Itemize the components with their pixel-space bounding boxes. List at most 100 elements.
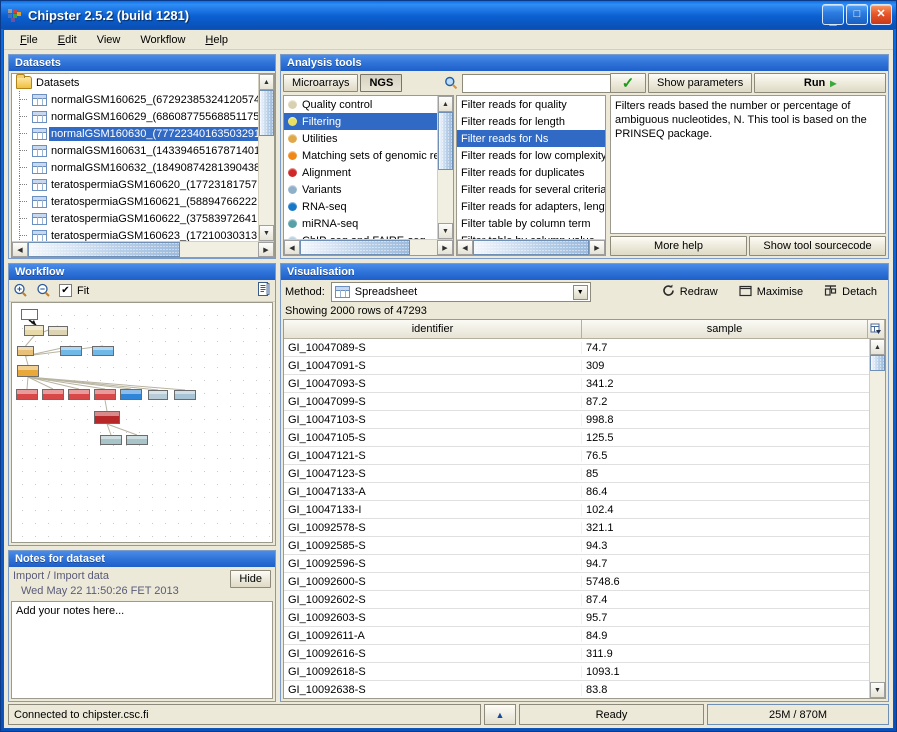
category-vertical-scrollbar[interactable]: ▲ ▼ bbox=[437, 96, 453, 239]
search-input[interactable] bbox=[462, 74, 612, 93]
tool-item[interactable]: Filter reads for adapters, length and bbox=[457, 198, 605, 215]
show-tool-sourcecode-button[interactable]: Show tool sourcecode bbox=[749, 236, 886, 256]
workflow-node[interactable] bbox=[24, 325, 44, 336]
table-scroll-down-button[interactable]: ▼ bbox=[870, 682, 885, 698]
table-row[interactable]: GI_10047091-S309 bbox=[284, 357, 869, 375]
zoom-out-icon[interactable] bbox=[36, 283, 51, 298]
tool-scroll-left-button[interactable]: ◀ bbox=[457, 240, 473, 255]
workflow-node[interactable] bbox=[48, 326, 68, 336]
category-hscroll-track[interactable] bbox=[410, 240, 437, 255]
maximise-button[interactable]: Maximise bbox=[730, 281, 812, 304]
datasets-scroll-left-button[interactable]: ◀ bbox=[12, 242, 28, 257]
table-vertical-scrollbar[interactable]: ▲ ▼ bbox=[869, 339, 885, 698]
table-row[interactable]: GI_10092602-S87.4 bbox=[284, 591, 869, 609]
category-list[interactable]: Quality controlFilteringUtilitiesMatchin… bbox=[283, 95, 454, 256]
category-scroll-left-button[interactable]: ◀ bbox=[284, 240, 300, 255]
dataset-item[interactable]: teratospermiaGSM160620_(17723181757 bbox=[12, 176, 258, 193]
tool-item[interactable]: Filter reads for length bbox=[457, 113, 605, 130]
table-header-sample[interactable]: sample bbox=[582, 320, 868, 339]
tool-category-item[interactable]: Utilities bbox=[284, 130, 437, 147]
menu-file[interactable]: File bbox=[10, 32, 48, 48]
menu-view[interactable]: View bbox=[87, 32, 131, 48]
tool-category-item[interactable]: Matching sets of genomic regi bbox=[284, 147, 437, 164]
dataset-item[interactable]: normalGSM160629_(68608775568851175 bbox=[12, 108, 258, 125]
tool-hscroll-thumb[interactable] bbox=[473, 240, 589, 255]
tool-item[interactable]: Filter table by column value bbox=[457, 232, 605, 239]
table-row[interactable]: GI_10092585-S94.3 bbox=[284, 537, 869, 555]
dataset-item[interactable]: normalGSM160630_(77722340163503291 bbox=[12, 125, 258, 142]
workflow-node[interactable] bbox=[60, 346, 82, 356]
menu-help[interactable]: Help bbox=[195, 32, 238, 48]
tool-category-item[interactable]: ChIP-seq and FAIRE-seq bbox=[284, 232, 437, 239]
hide-notes-button[interactable]: Hide bbox=[230, 570, 271, 588]
table-row[interactable]: GI_10092611-A84.9 bbox=[284, 627, 869, 645]
tool-category-item[interactable]: Quality control bbox=[284, 96, 437, 113]
redraw-button[interactable]: Redraw bbox=[653, 280, 727, 304]
workflow-node[interactable] bbox=[174, 390, 196, 400]
run-button[interactable]: Run ▸ bbox=[754, 73, 886, 93]
workflow-node[interactable] bbox=[120, 389, 142, 400]
minimize-button[interactable]: _ bbox=[822, 4, 844, 25]
show-parameters-button[interactable]: Show parameters bbox=[648, 73, 752, 93]
datasets-hscroll-track[interactable] bbox=[180, 242, 258, 257]
tool-item[interactable]: Filter reads for quality bbox=[457, 96, 605, 113]
menu-edit[interactable]: Edit bbox=[48, 32, 87, 48]
zoom-in-icon[interactable] bbox=[13, 283, 28, 298]
search-icon[interactable] bbox=[444, 76, 458, 90]
table-scroll-up-button[interactable]: ▲ bbox=[870, 339, 885, 355]
datasets-hscroll-thumb[interactable] bbox=[28, 242, 180, 257]
tool-category-item[interactable]: RNA-seq bbox=[284, 198, 437, 215]
table-row[interactable]: GI_10047133-A86.4 bbox=[284, 483, 869, 501]
table-row[interactable]: GI_10047105-S125.5 bbox=[284, 429, 869, 447]
tool-category-item[interactable]: Variants bbox=[284, 181, 437, 198]
workflow-node[interactable] bbox=[126, 435, 148, 445]
category-scroll-up-button[interactable]: ▲ bbox=[438, 96, 453, 112]
workflow-node[interactable] bbox=[17, 346, 34, 356]
workflow-node[interactable] bbox=[94, 411, 120, 424]
spreadsheet-table[interactable]: identifier sample bbox=[283, 319, 886, 699]
tab-microarrays[interactable]: Microarrays bbox=[283, 74, 358, 92]
datasets-tree-rows[interactable]: DatasetsnormalGSM160625_(672923853241205… bbox=[12, 74, 258, 241]
workflow-node[interactable] bbox=[16, 389, 38, 400]
datasets-scroll-down-button[interactable]: ▼ bbox=[259, 225, 274, 241]
status-expand-button[interactable]: ▲ bbox=[484, 704, 516, 725]
workflow-fit-control[interactable]: ✔ Fit bbox=[59, 284, 89, 297]
tool-item[interactable]: Filter table by column term bbox=[457, 215, 605, 232]
tool-category-item[interactable]: miRNA-seq bbox=[284, 215, 437, 232]
table-row[interactable]: GI_10092638-S83.8 bbox=[284, 681, 869, 698]
category-scroll-down-button[interactable]: ▼ bbox=[438, 223, 453, 239]
maximize-button[interactable]: □ bbox=[846, 4, 868, 25]
dataset-item[interactable]: normalGSM160632_(18490874281390438 bbox=[12, 159, 258, 176]
category-horizontal-scrollbar[interactable]: ◀ ▶ bbox=[284, 239, 453, 255]
datasets-scroll-right-button[interactable]: ▶ bbox=[258, 242, 274, 257]
datasets-vertical-scrollbar[interactable]: ▲ ▼ bbox=[258, 74, 274, 241]
tool-item[interactable]: Filter reads for several criteria bbox=[457, 181, 605, 198]
menu-workflow[interactable]: Workflow bbox=[130, 32, 195, 48]
dataset-item[interactable]: teratospermiaGSM160621_(58894766222 bbox=[12, 193, 258, 210]
workflow-node[interactable] bbox=[42, 389, 64, 400]
table-row[interactable]: GI_10092603-S95.7 bbox=[284, 609, 869, 627]
tool-list[interactable]: Filter reads for qualityFilter reads for… bbox=[456, 95, 606, 256]
table-row[interactable]: GI_10092596-S94.7 bbox=[284, 555, 869, 573]
fit-checkbox[interactable]: ✔ bbox=[59, 284, 72, 297]
table-row[interactable]: GI_10047133-I102.4 bbox=[284, 501, 869, 519]
tool-item[interactable]: Filter reads for Ns bbox=[457, 130, 605, 147]
tool-category-item[interactable]: Alignment bbox=[284, 164, 437, 181]
tool-scroll-right-button[interactable]: ▶ bbox=[589, 240, 605, 255]
category-scroll-thumb[interactable] bbox=[438, 112, 453, 170]
column-select-icon[interactable] bbox=[868, 320, 885, 339]
table-row[interactable]: GI_10092618-S1093.1 bbox=[284, 663, 869, 681]
datasets-tree[interactable]: DatasetsnormalGSM160625_(672923853241205… bbox=[11, 73, 275, 258]
category-hscroll-thumb[interactable] bbox=[300, 240, 410, 255]
table-rows[interactable]: GI_10047089-S74.7GI_10047091-S309GI_1004… bbox=[284, 339, 869, 698]
tab-ngs[interactable]: NGS bbox=[360, 74, 402, 92]
more-help-button[interactable]: More help bbox=[610, 236, 747, 256]
datasets-tree-root[interactable]: Datasets bbox=[12, 74, 258, 91]
datasets-scroll-track[interactable] bbox=[259, 136, 274, 225]
table-row[interactable]: GI_10047093-S341.2 bbox=[284, 375, 869, 393]
datasets-scroll-thumb[interactable] bbox=[259, 90, 274, 136]
datasets-scroll-up-button[interactable]: ▲ bbox=[259, 74, 274, 90]
category-scroll-track[interactable] bbox=[438, 170, 453, 223]
table-row[interactable]: GI_10092616-S311.9 bbox=[284, 645, 869, 663]
workflow-node[interactable] bbox=[21, 309, 38, 320]
